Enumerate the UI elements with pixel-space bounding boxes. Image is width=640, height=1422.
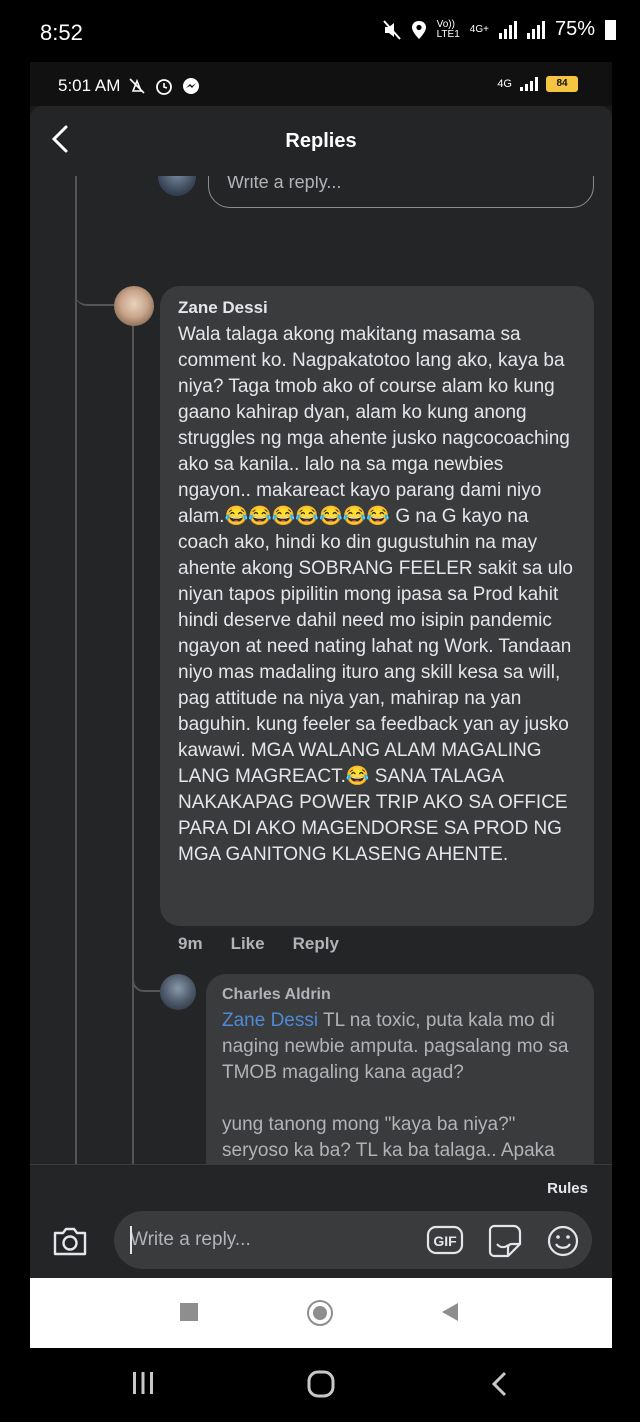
avatar[interactable] — [158, 176, 196, 196]
comment-actions: 9m Like Reply — [178, 934, 339, 954]
camera-icon[interactable] — [52, 1225, 88, 1257]
location-icon — [411, 20, 426, 39]
comment-time: 9m — [178, 934, 203, 953]
thread-branch — [75, 176, 115, 306]
avatar-charles-aldrin[interactable] — [160, 974, 196, 1010]
recents-icon[interactable] — [130, 1370, 156, 1396]
device-navigation-bar — [0, 1348, 640, 1422]
messenger-icon — [183, 78, 200, 94]
lte-label: LTE1 — [436, 28, 460, 40]
rules-link[interactable]: Rules — [547, 1180, 588, 1197]
replies-header: Replies — [30, 106, 612, 176]
comment-bubble: Charles Aldrin Zane Dessi TL na toxic, p… — [206, 974, 594, 1164]
network-type: 4G+ — [469, 23, 489, 35]
back-icon[interactable] — [490, 1370, 510, 1398]
inner-time: 5:01 AM — [58, 76, 121, 95]
inner-navigation-bar — [30, 1278, 612, 1348]
comment-text: TL na toxic, puta kala mo di naging newb… — [222, 1010, 569, 1161]
reply-input-container[interactable]: GIF — [114, 1211, 592, 1269]
comment-text: Wala talaga akong makitang masama sa com… — [178, 324, 579, 865]
home-icon[interactable] — [306, 1370, 336, 1398]
mention-link[interactable]: Zane Dessi — [222, 1010, 318, 1031]
device-status-bar: 8:52 Vo)) LTE1 4G+ 75% — [0, 0, 640, 62]
recents-button[interactable] — [180, 1303, 198, 1321]
reply-input-placeholder: Write a reply... — [227, 176, 342, 192]
comment-author[interactable]: Zane Dessi — [178, 298, 576, 318]
composer-bar: Rules GIF — [30, 1164, 612, 1278]
mute-icon — [382, 19, 401, 40]
replies-thread: Write a reply... Zane Dessi Wala talaga … — [30, 176, 612, 1164]
emoji-icon[interactable] — [546, 1224, 580, 1258]
battery-icon — [605, 19, 616, 40]
gif-button[interactable]: GIF — [426, 1224, 464, 1256]
avatar-zane-dessi[interactable] — [114, 286, 154, 326]
like-button[interactable]: Like — [231, 934, 265, 954]
comment-author[interactable]: Charles Aldrin — [222, 986, 578, 1004]
reply-input-previous[interactable]: Write a reply... — [208, 176, 594, 208]
screenshot-frame: 5:01 AM 4G 84 Replies Write a reply... Z… — [30, 62, 612, 1348]
volte-label: Vo)) — [436, 18, 455, 30]
inner-signal-icon — [520, 77, 538, 91]
back-nav-button[interactable] — [442, 1303, 458, 1321]
signal-icon — [498, 20, 517, 39]
sticker-icon[interactable] — [486, 1224, 524, 1258]
signal-icon-2 — [526, 20, 545, 39]
battery-percent: 75% — [554, 18, 595, 40]
thread-branch — [132, 956, 160, 992]
inner-status-bar: 5:01 AM 4G 84 — [30, 62, 612, 106]
alarm-icon — [156, 79, 173, 95]
svg-text:GIF: GIF — [433, 1233, 457, 1249]
inner-network-type: 4G — [497, 78, 512, 90]
reply-button[interactable]: Reply — [293, 934, 339, 954]
thread-line — [132, 291, 134, 1164]
reply-input[interactable] — [114, 1211, 414, 1269]
thread-line — [75, 176, 77, 1164]
comment-bubble: Zane Dessi Wala talaga akong makitang ma… — [160, 286, 594, 926]
page-title: Replies — [285, 130, 357, 152]
device-time: 8:52 — [40, 20, 83, 45]
home-button[interactable] — [307, 1300, 333, 1326]
inner-battery: 84 — [546, 76, 578, 92]
text-caret — [130, 1226, 132, 1254]
alarm-off-icon — [129, 78, 145, 94]
